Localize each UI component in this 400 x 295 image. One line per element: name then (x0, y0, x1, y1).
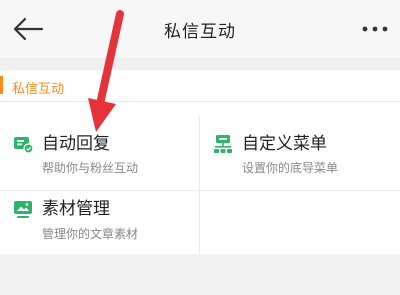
material-management-item[interactable]: 素材管理 管理你的文章素材 (0, 191, 200, 254)
material-icon (14, 201, 32, 218)
auto-reply-icon (14, 137, 34, 154)
custom-menu-label: 自定义菜单 (242, 134, 327, 154)
material-management-desc: 管理你的文章素材 (42, 227, 139, 241)
page-title: 私信互动 (164, 22, 236, 42)
custom-menu-desc: 设置你的底导菜单 (242, 161, 339, 175)
feature-card: 私信互动 自动回复 帮助你与粉丝互动 自定义菜单 设置你的底导菜单 素材管理 管… (0, 70, 400, 254)
more-button[interactable] (358, 16, 392, 42)
material-management-label: 素材管理 (42, 199, 110, 219)
auto-reply-desc: 帮助你与粉丝互动 (42, 161, 139, 175)
custom-menu-item[interactable]: 自定义菜单 设置你的底导菜单 (200, 115, 400, 191)
section-header: 私信互动 (0, 70, 400, 102)
auto-reply-item[interactable]: 自动回复 帮助你与粉丝互动 (0, 115, 200, 191)
section-accent-bar (0, 76, 3, 94)
section-label: 私信互动 (12, 82, 65, 97)
separator (0, 58, 400, 70)
more-dots-icon (362, 26, 388, 32)
auto-reply-label: 自动回复 (42, 134, 110, 154)
custom-menu-icon (214, 135, 232, 153)
top-bar: 私信互动 (0, 0, 400, 58)
